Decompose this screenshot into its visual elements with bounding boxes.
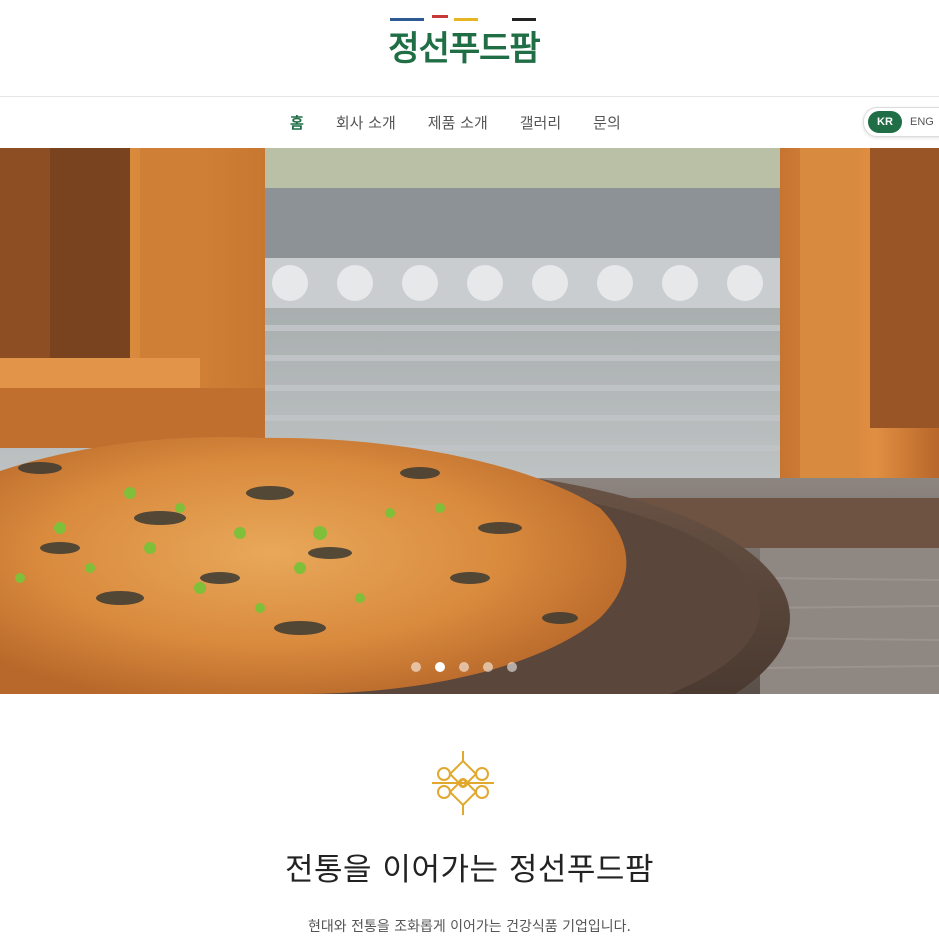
slider-dot-3[interactable]	[459, 662, 469, 672]
hero-slider	[0, 148, 939, 694]
nav-item-products[interactable]: 제품 소개	[428, 112, 488, 133]
slider-dot-4[interactable]	[483, 662, 493, 672]
slider-pagination	[0, 662, 939, 674]
lang-kr-button[interactable]: KR	[868, 111, 902, 133]
lang-en-button[interactable]: ENG	[910, 111, 934, 133]
logo-bar-yellow	[454, 18, 478, 21]
nav-item-home[interactable]: 홈	[290, 112, 304, 133]
logo-bar-black	[512, 18, 536, 21]
main-nav: 홈 회사 소개 제품 소개 갤러리 문의 KR ENG	[0, 97, 939, 147]
hero-image	[0, 148, 939, 694]
site-logo[interactable]: 정선푸드팜	[388, 14, 541, 74]
logo-text: 정선푸드팜	[388, 29, 540, 69]
slider-dot-5[interactable]	[507, 662, 517, 672]
header: 정선푸드팜	[0, 0, 939, 97]
logo-color-bars	[390, 15, 538, 24]
knot-ornament-icon	[430, 751, 496, 815]
nav-menu: 홈 회사 소개 제품 소개 갤러리 문의	[290, 97, 653, 147]
slider-dot-2[interactable]	[435, 662, 445, 672]
nav-item-about[interactable]: 회사 소개	[336, 112, 396, 133]
nav-item-gallery[interactable]: 갤러리	[520, 112, 561, 133]
language-switch: KR ENG	[863, 107, 939, 137]
nav-item-contact[interactable]: 문의	[593, 112, 621, 133]
logo-bar-red	[432, 15, 448, 18]
intro-title: 전통을 이어가는 정선푸드팜	[285, 852, 654, 888]
slider-dot-1[interactable]	[411, 662, 421, 672]
logo-bar-blue	[390, 18, 424, 21]
intro-description: 현대와 전통을 조화롭게 이어가는 건강식품 기업입니다.	[308, 919, 631, 935]
